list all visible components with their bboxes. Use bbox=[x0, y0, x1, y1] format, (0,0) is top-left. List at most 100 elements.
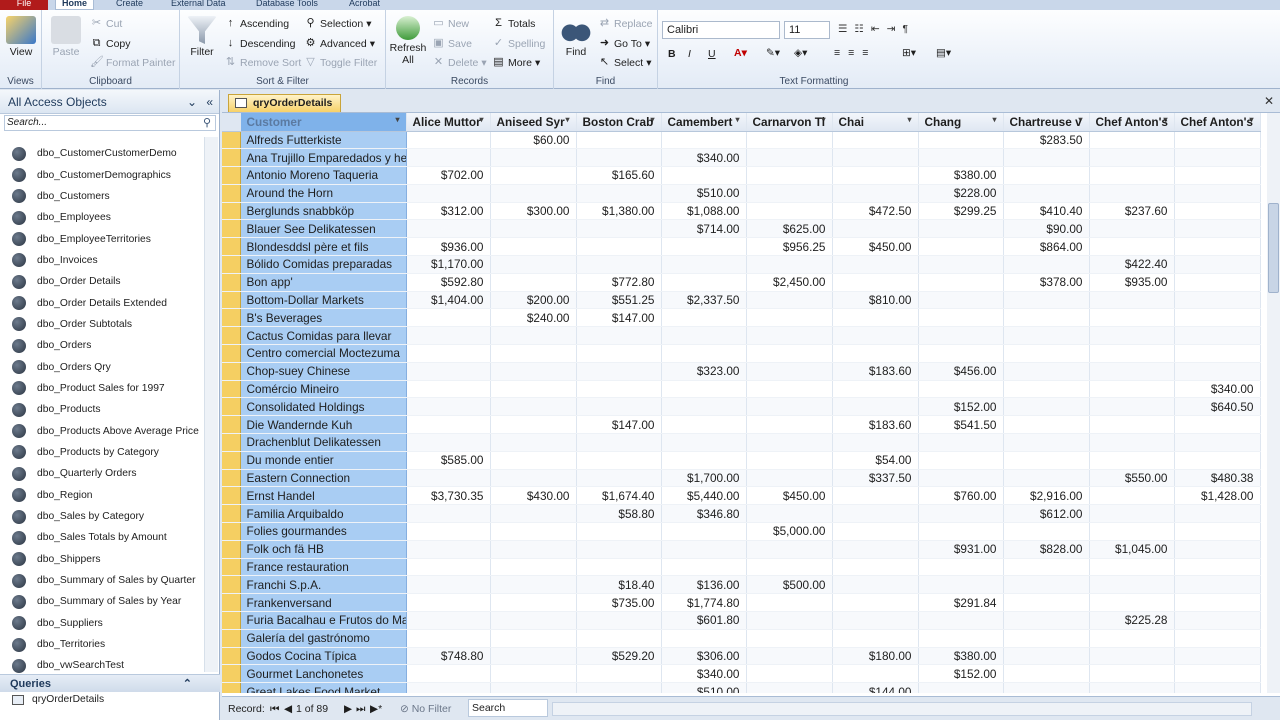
row-selector[interactable] bbox=[222, 682, 241, 693]
value-cell[interactable]: $54.00 bbox=[832, 451, 919, 470]
value-cell[interactable] bbox=[1174, 273, 1261, 292]
select-button[interactable]: ↖ Select ▾ bbox=[598, 56, 652, 69]
select-all-corner[interactable] bbox=[222, 113, 241, 132]
value-cell[interactable] bbox=[746, 593, 833, 613]
value-cell[interactable] bbox=[661, 451, 747, 470]
value-cell[interactable]: $450.00 bbox=[746, 486, 833, 506]
customer-cell[interactable]: France restauration bbox=[240, 558, 407, 577]
value-cell[interactable] bbox=[918, 629, 1004, 648]
remove-sort-button[interactable]: ⇅ Remove Sort bbox=[224, 56, 301, 69]
column-filter-icon[interactable]: ▾ bbox=[565, 115, 569, 124]
value-cell[interactable] bbox=[1003, 451, 1090, 470]
value-cell[interactable]: $340.00 bbox=[1174, 380, 1261, 399]
value-cell[interactable] bbox=[832, 131, 919, 150]
font-color-button[interactable]: A▾ bbox=[734, 47, 747, 59]
customer-cell[interactable]: Chop-suey Chinese bbox=[240, 362, 407, 381]
customer-cell[interactable]: Furia Bacalhau e Frutos do Ma bbox=[240, 611, 407, 630]
value-cell[interactable]: $60.00 bbox=[490, 131, 577, 150]
column-header[interactable]: ▾ Chartreuse v bbox=[1003, 113, 1090, 132]
value-cell[interactable] bbox=[746, 397, 833, 417]
table-row[interactable]: Bólido Comidas preparadas $1,170.00 $422.4… bbox=[222, 255, 1261, 274]
nav-item-table[interactable]: dbo_Region bbox=[0, 485, 204, 506]
value-cell[interactable] bbox=[1174, 184, 1261, 203]
value-cell[interactable] bbox=[1174, 237, 1261, 257]
customer-cell[interactable]: Drachenblut Delikatessen bbox=[240, 433, 407, 452]
value-cell[interactable]: $935.00 bbox=[1089, 273, 1175, 292]
value-cell[interactable]: $2,337.50 bbox=[661, 291, 747, 310]
view-button[interactable]: View bbox=[4, 16, 38, 58]
nav-item-table[interactable]: dbo_Product Sales for 1997 bbox=[0, 378, 204, 399]
value-cell[interactable] bbox=[1174, 219, 1261, 239]
value-cell[interactable]: $735.00 bbox=[576, 593, 662, 613]
value-cell[interactable]: $1,404.00 bbox=[406, 291, 491, 310]
value-cell[interactable] bbox=[746, 308, 833, 328]
value-cell[interactable] bbox=[1003, 184, 1090, 203]
collapse-group-icon[interactable]: ⌃ bbox=[183, 675, 192, 693]
value-cell[interactable] bbox=[746, 611, 833, 630]
value-cell[interactable]: $625.00 bbox=[746, 219, 833, 239]
value-cell[interactable] bbox=[661, 397, 747, 417]
value-cell[interactable] bbox=[832, 664, 919, 684]
value-cell[interactable] bbox=[1089, 362, 1175, 381]
value-cell[interactable]: $810.00 bbox=[832, 291, 919, 310]
value-cell[interactable] bbox=[1174, 148, 1261, 168]
value-cell[interactable] bbox=[1003, 611, 1090, 630]
value-cell[interactable] bbox=[1089, 148, 1175, 168]
nav-item-table[interactable]: dbo_Sales Totals by Amount bbox=[0, 527, 204, 548]
value-cell[interactable] bbox=[661, 629, 747, 648]
bold-button[interactable]: B bbox=[668, 48, 676, 60]
table-row[interactable]: France restauration bbox=[222, 558, 1261, 577]
value-cell[interactable] bbox=[406, 469, 491, 488]
new-record-nav-icon[interactable]: ▶* bbox=[370, 699, 382, 719]
value-cell[interactable]: $472.50 bbox=[832, 202, 919, 221]
nav-item-table[interactable]: dbo_Orders bbox=[0, 335, 204, 356]
value-cell[interactable] bbox=[1174, 664, 1261, 684]
customer-cell[interactable]: Around the Horn bbox=[240, 184, 407, 203]
table-row[interactable]: Familia Arquibaldo $58.80 $346.80 $612.00 bbox=[222, 504, 1261, 524]
value-cell[interactable]: $1,428.00 bbox=[1174, 486, 1261, 506]
descending-button[interactable]: ↓ Descending bbox=[224, 37, 296, 50]
close-icon[interactable]: ✕ bbox=[1264, 94, 1274, 108]
value-cell[interactable] bbox=[832, 308, 919, 328]
find-button[interactable]: Find bbox=[558, 16, 594, 58]
customer-cell[interactable]: Frankenversand bbox=[240, 593, 407, 613]
prev-record-icon[interactable]: ◀ bbox=[284, 699, 292, 719]
value-cell[interactable]: $180.00 bbox=[832, 647, 919, 666]
value-cell[interactable] bbox=[746, 664, 833, 684]
value-cell[interactable] bbox=[1089, 575, 1175, 595]
nav-item-table[interactable]: dbo_Products Above Average Price bbox=[0, 420, 204, 441]
nav-item-table[interactable]: dbo_CustomerCustomerDemo bbox=[0, 143, 204, 164]
value-cell[interactable]: $323.00 bbox=[661, 362, 747, 381]
value-cell[interactable]: $340.00 bbox=[661, 664, 747, 684]
row-selector[interactable] bbox=[222, 433, 241, 452]
value-cell[interactable]: $228.00 bbox=[918, 184, 1004, 203]
value-cell[interactable]: $3,730.35 bbox=[406, 486, 491, 506]
value-cell[interactable] bbox=[576, 682, 662, 693]
value-cell[interactable] bbox=[1089, 433, 1175, 452]
table-row[interactable]: Cactus Comidas para llevar bbox=[222, 326, 1261, 346]
value-cell[interactable] bbox=[490, 611, 577, 630]
table-row[interactable]: Berglunds snabbköp $312.00 $300.00 $1,380.0… bbox=[222, 202, 1261, 221]
value-cell[interactable]: $714.00 bbox=[661, 219, 747, 239]
customer-cell[interactable]: Folk och fä HB bbox=[240, 540, 407, 559]
value-cell[interactable] bbox=[1174, 415, 1261, 435]
value-cell[interactable]: $183.60 bbox=[832, 415, 919, 435]
row-selector[interactable] bbox=[222, 611, 241, 630]
value-cell[interactable] bbox=[746, 451, 833, 470]
value-cell[interactable] bbox=[832, 629, 919, 648]
nav-item-table[interactable]: dbo_CustomerDemographics bbox=[0, 164, 204, 185]
cut-button[interactable]: ✂ Cut bbox=[90, 17, 122, 30]
value-cell[interactable] bbox=[832, 166, 919, 185]
column-header[interactable]: ▾ Chang bbox=[918, 113, 1004, 132]
value-cell[interactable] bbox=[1003, 308, 1090, 328]
collapse-pane-icon[interactable]: « bbox=[206, 90, 213, 114]
value-cell[interactable] bbox=[746, 148, 833, 168]
row-selector[interactable] bbox=[222, 237, 241, 257]
value-cell[interactable] bbox=[406, 344, 491, 363]
value-cell[interactable]: $136.00 bbox=[661, 575, 747, 595]
value-cell[interactable] bbox=[1174, 647, 1261, 666]
value-cell[interactable] bbox=[1089, 593, 1175, 613]
value-cell[interactable] bbox=[1174, 629, 1261, 648]
value-cell[interactable] bbox=[1089, 131, 1175, 150]
value-cell[interactable] bbox=[490, 362, 577, 381]
